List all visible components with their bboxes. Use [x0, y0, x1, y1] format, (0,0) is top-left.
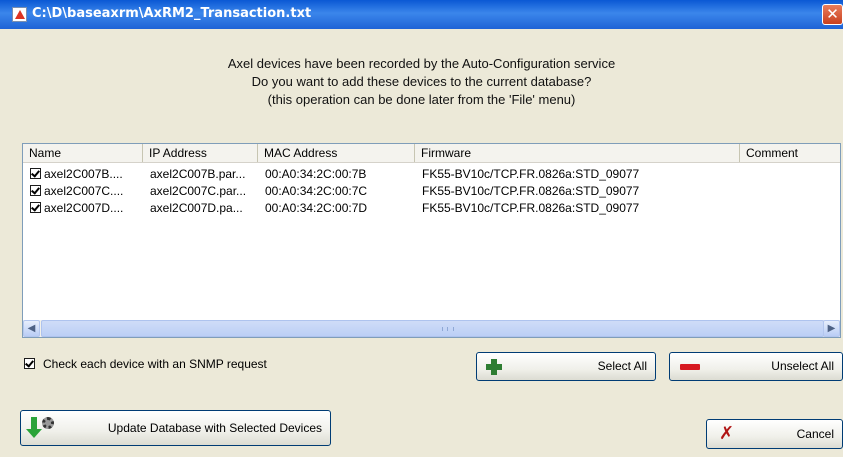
table-row[interactable]: axel2C007C.... axel2C007C.par... 00:A0:3…: [23, 183, 840, 199]
gear-icon: [42, 417, 54, 429]
column-header-firmware[interactable]: Firmware: [415, 144, 740, 162]
cell-ip-address: axel2C007B.par...: [150, 167, 246, 181]
message-line-1: Axel devices have been recorded by the A…: [227, 56, 616, 71]
column-header-mac-address[interactable]: MAC Address: [258, 144, 415, 162]
horizontal-scrollbar[interactable]: ◀ ▶: [23, 320, 840, 337]
grip-icon: [442, 327, 454, 331]
cell-mac-address: 00:A0:34:2C:00:7B: [265, 167, 367, 181]
app-icon: [12, 7, 27, 22]
cell-mac-address: 00:A0:34:2C:00:7D: [265, 201, 368, 215]
cancel-button[interactable]: ✗ Cancel: [706, 419, 843, 449]
minus-icon: [680, 364, 700, 370]
close-button[interactable]: ✕: [822, 4, 843, 25]
cell-firmware: FK55-BV10c/TCP.FR.0826a:STD_09077: [422, 184, 640, 198]
list-header: Name IP Address MAC Address Firmware Com…: [23, 144, 840, 163]
unselect-all-button[interactable]: Unselect All: [669, 352, 843, 381]
window-title: C:\D\baseaxrm\AxRM2_Transaction.txt: [32, 6, 312, 21]
row-checkbox[interactable]: [30, 202, 41, 213]
cell-comment: [746, 166, 836, 182]
cell-name: axel2C007D....: [44, 201, 124, 215]
update-database-button[interactable]: Update Database with Selected Devices: [20, 410, 331, 446]
message-line-3: (this operation can be done later from t…: [267, 92, 576, 107]
select-all-button[interactable]: Select All: [476, 352, 656, 381]
column-header-name[interactable]: Name: [23, 144, 143, 162]
scroll-left-button[interactable]: ◀: [23, 320, 40, 337]
title-bar[interactable]: C:\D\baseaxrm\AxRM2_Transaction.txt ✕: [0, 0, 843, 29]
cell-ip-address: axel2C007D.pa...: [150, 201, 243, 215]
cancel-label: Cancel: [796, 427, 834, 441]
scroll-thumb[interactable]: [41, 320, 824, 337]
update-database-label: Update Database with Selected Devices: [107, 421, 322, 435]
column-header-comment[interactable]: Comment: [740, 144, 840, 162]
column-header-ip-address[interactable]: IP Address: [143, 144, 258, 162]
cell-comment: [746, 183, 836, 199]
select-all-label: Select All: [597, 359, 647, 373]
cell-firmware: FK55-BV10c/TCP.FR.0826a:STD_09077: [422, 167, 640, 181]
database-import-icon: [26, 417, 57, 439]
cell-mac-address: 00:A0:34:2C:00:7C: [265, 184, 368, 198]
table-row[interactable]: axel2C007D.... axel2C007D.pa... 00:A0:34…: [23, 200, 840, 216]
cell-comment: [746, 200, 836, 216]
cell-firmware: FK55-BV10c/TCP.FR.0826a:STD_09077: [422, 201, 640, 215]
device-list[interactable]: Name IP Address MAC Address Firmware Com…: [22, 143, 841, 338]
arrow-down-icon: [26, 417, 42, 438]
table-row[interactable]: axel2C007B.... axel2C007B.par... 00:A0:3…: [23, 166, 840, 182]
plus-icon: [486, 359, 502, 375]
x-icon: ✗: [719, 423, 735, 444]
snmp-checkbox[interactable]: [24, 358, 35, 369]
cell-name: axel2C007C....: [44, 184, 124, 198]
snmp-label[interactable]: Check each device with an SNMP request: [43, 356, 267, 372]
row-checkbox[interactable]: [30, 168, 41, 179]
scroll-right-button[interactable]: ▶: [823, 320, 840, 337]
cell-ip-address: axel2C007C.par...: [150, 184, 247, 198]
row-checkbox[interactable]: [30, 185, 41, 196]
unselect-all-label: Unselect All: [771, 359, 834, 373]
message-line-2: Do you want to add these devices to the …: [251, 74, 592, 89]
message: Axel devices have been recorded by the A…: [0, 55, 843, 109]
cell-name: axel2C007B....: [44, 167, 123, 181]
